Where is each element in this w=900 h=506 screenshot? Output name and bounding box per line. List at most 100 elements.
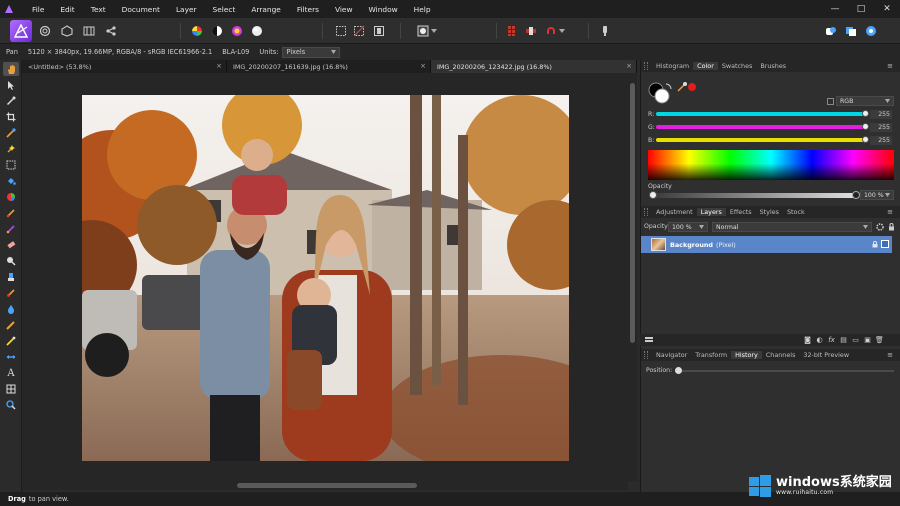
blend-mode-select[interactable]: Normal (712, 222, 872, 232)
text-tool-icon[interactable]: A (3, 366, 19, 380)
tab-32bit-preview[interactable]: 32-bit Preview (799, 351, 853, 359)
delete-layer-icon[interactable]: 🗑 (874, 335, 885, 345)
auto-contrast-icon[interactable] (208, 22, 226, 40)
deselect-icon[interactable] (350, 22, 368, 40)
eyedropper-icon[interactable] (676, 81, 698, 93)
color-model-select[interactable]: RGB (836, 96, 894, 106)
blue-slider[interactable]: B: 255 (648, 135, 898, 145)
develop-persona-icon[interactable] (58, 22, 76, 40)
layers-opacity-select[interactable]: 100 % (668, 222, 708, 232)
menu-file[interactable]: File (18, 5, 52, 14)
tab-history[interactable]: History (731, 351, 762, 359)
layer-lock-icon[interactable] (872, 241, 878, 248)
menu-select[interactable]: Select (205, 5, 244, 14)
smudge-brush-tool-icon[interactable] (3, 318, 19, 332)
color-wheel-tool-icon[interactable] (3, 190, 19, 204)
clone-brush-tool-icon[interactable] (3, 270, 19, 284)
overlap-shapes-icon[interactable] (842, 22, 860, 40)
flood-select-tool-icon[interactable] (3, 142, 19, 156)
close-tab-icon[interactable]: × (420, 62, 426, 70)
tab-layers[interactable]: Layers (696, 208, 726, 216)
units-select[interactable]: Pixels (282, 46, 341, 58)
liquify-persona-icon[interactable] (36, 22, 54, 40)
menu-layer[interactable]: Layer (168, 5, 205, 14)
hand-tool-icon[interactable] (3, 62, 19, 76)
maximize-button[interactable]: □ (848, 0, 874, 18)
selection-brush-tool-icon[interactable] (3, 126, 19, 140)
tab-img-123422[interactable]: IMG_20200206_123422.jpg (16.8%) × (431, 60, 637, 73)
tab-effects[interactable]: Effects (726, 208, 756, 216)
marquee-selection-icon[interactable] (332, 22, 350, 40)
menu-text[interactable]: Text (83, 5, 114, 14)
layer-settings-gear-icon[interactable] (876, 223, 884, 231)
opacity-value[interactable]: 100 % (860, 190, 894, 200)
paint-brush-tool-icon[interactable] (3, 206, 19, 220)
blur-brush-tool-icon[interactable] (3, 302, 19, 316)
opacity-slider[interactable] (649, 191, 860, 199)
menu-arrange[interactable]: Arrange (243, 5, 288, 14)
menu-document[interactable]: Document (114, 5, 168, 14)
tab-navigator[interactable]: Navigator (652, 351, 691, 359)
quick-mask-dropdown-icon[interactable] (430, 22, 438, 40)
menu-edit[interactable]: Edit (52, 5, 82, 14)
close-tab-icon[interactable]: × (626, 62, 632, 70)
move-tool-icon[interactable] (3, 78, 19, 92)
menu-filters[interactable]: Filters (289, 5, 327, 14)
snapping-dropdown-icon[interactable] (558, 22, 566, 40)
flood-fill-tool-icon[interactable] (3, 174, 19, 188)
color-spectrum[interactable] (648, 150, 894, 180)
close-window-button[interactable]: ✕ (874, 0, 900, 18)
dodge-burn-tool-icon[interactable] (3, 254, 19, 268)
marquee-tool-icon[interactable] (3, 158, 19, 172)
vertical-scrollbar[interactable] (628, 73, 637, 481)
crop-tool-icon[interactable] (3, 110, 19, 124)
menu-window[interactable]: Window (361, 5, 406, 14)
panel-menu-icon[interactable]: ≡ (883, 208, 897, 216)
tab-swatches[interactable]: Swatches (718, 62, 757, 70)
erase-brush-tool-icon[interactable] (3, 238, 19, 252)
export-persona-icon[interactable] (102, 22, 120, 40)
menu-help[interactable]: Help (406, 5, 439, 14)
tab-color[interactable]: Color (693, 62, 718, 70)
tab-stock[interactable]: Stock (783, 208, 809, 216)
auto-colors-icon[interactable] (228, 22, 246, 40)
arrange-shapes-icon[interactable] (822, 22, 840, 40)
zoom-tool-icon[interactable] (3, 398, 19, 412)
layer-visibility-checkbox[interactable] (881, 240, 889, 248)
shape-tool-icon[interactable] (3, 382, 19, 396)
green-slider[interactable]: G: 255 (648, 122, 898, 132)
panel-menu-icon[interactable]: ≡ (883, 62, 897, 70)
force-pixel-alignment-icon[interactable] (522, 22, 540, 40)
auto-white-balance-icon[interactable] (248, 22, 266, 40)
tab-img-161639[interactable]: IMG_20200207_161639.jpg (16.8%) × (227, 60, 431, 73)
layer-lock-icon[interactable] (888, 223, 895, 231)
color-picker-tool-icon[interactable] (3, 94, 19, 108)
invert-selection-icon[interactable] (370, 22, 388, 40)
affinity-photo-persona-icon[interactable] (10, 20, 32, 42)
live-filter-icon[interactable]: ▤ (838, 335, 849, 345)
layers-stack-icon[interactable] (644, 336, 654, 344)
tab-adjustment[interactable]: Adjustment (652, 208, 697, 216)
layer-row-background[interactable]: Background (Pixel) (641, 236, 892, 253)
tab-transform[interactable]: Transform (691, 351, 731, 359)
history-position-slider[interactable] (675, 367, 894, 374)
help-tooltips-icon[interactable] (862, 22, 880, 40)
red-slider[interactable]: R: 255 (648, 109, 898, 119)
add-layer-icon[interactable]: ▣ (862, 335, 873, 345)
pixel-brush-tool-icon[interactable] (3, 222, 19, 236)
menu-view[interactable]: View (327, 5, 361, 14)
tab-brushes[interactable]: Brushes (756, 62, 790, 70)
gradient-tool-icon[interactable] (3, 334, 19, 348)
group-folder-icon[interactable]: ▭ (850, 335, 861, 345)
tab-untitled[interactable]: <Untitled> (53.8%) × (22, 60, 227, 73)
horizontal-scrollbar[interactable] (22, 481, 628, 490)
tone-mapping-persona-icon[interactable] (80, 22, 98, 40)
tab-styles[interactable]: Styles (756, 208, 783, 216)
color-lock-icon[interactable] (827, 98, 834, 105)
minimize-button[interactable]: — (822, 0, 848, 18)
tab-histogram[interactable]: Histogram (652, 62, 693, 70)
auto-levels-icon[interactable] (188, 22, 206, 40)
fx-icon[interactable]: fx (826, 335, 837, 345)
snapping-grid-icon[interactable] (504, 22, 522, 40)
tab-channels[interactable]: Channels (762, 351, 800, 359)
